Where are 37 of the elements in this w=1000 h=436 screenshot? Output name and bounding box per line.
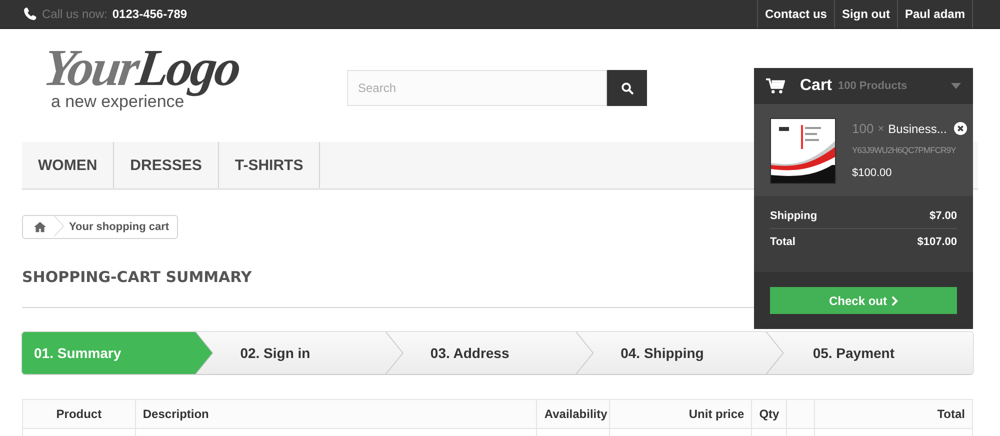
search-button[interactable] [607,70,647,106]
search-field[interactable]: Search [347,70,607,106]
remove-icon[interactable] [954,122,967,135]
summary-value: $7.00 [929,210,957,222]
multiply-sign: × [878,122,884,134]
column-header: Availability [537,400,610,428]
logo[interactable]: YourLogo a new experience [44,45,284,115]
search-icon [620,82,634,94]
summary-label: Shipping [770,210,818,222]
cart-title: Cart [800,77,832,95]
column-header: Unit price [610,400,752,428]
menu-item[interactable]: WOMEN [22,142,114,188]
item-name[interactable]: Business... [888,122,947,136]
home-icon[interactable] [33,221,47,233]
menu-item[interactable]: DRESSES [114,142,219,188]
cart-count: 100 Products [838,80,908,92]
column-header: Qty [752,400,788,428]
header-link[interactable]: Sign out [834,0,898,28]
breadcrumb-current: Your shopping cart [69,221,170,233]
summary-value: $107.00 [917,236,957,248]
header-link[interactable]: Contact us [758,0,835,28]
caret-icon[interactable] [951,83,961,89]
cart-icon[interactable] [766,78,785,94]
item-reference: Y63J9WU2H6QC7PMFCR9Y [852,145,957,155]
item-price: $100.00 [852,167,893,179]
call-label: Call us now: [42,7,108,21]
phone-number: 0123-456-789 [112,7,188,21]
page-heading: SHOPPING-CART SUMMARY [22,268,253,286]
column-header: Description [136,400,538,428]
header-link[interactable]: Paul adam [898,0,973,28]
item-quantity: 100 [852,121,874,136]
summary-label: Total [770,236,796,248]
column-header: Total [815,400,973,428]
column-header: Product [23,400,136,428]
chevron-icon [891,296,898,306]
menu-item[interactable]: T-SHIRTS [218,142,320,188]
phone-icon [23,7,37,21]
